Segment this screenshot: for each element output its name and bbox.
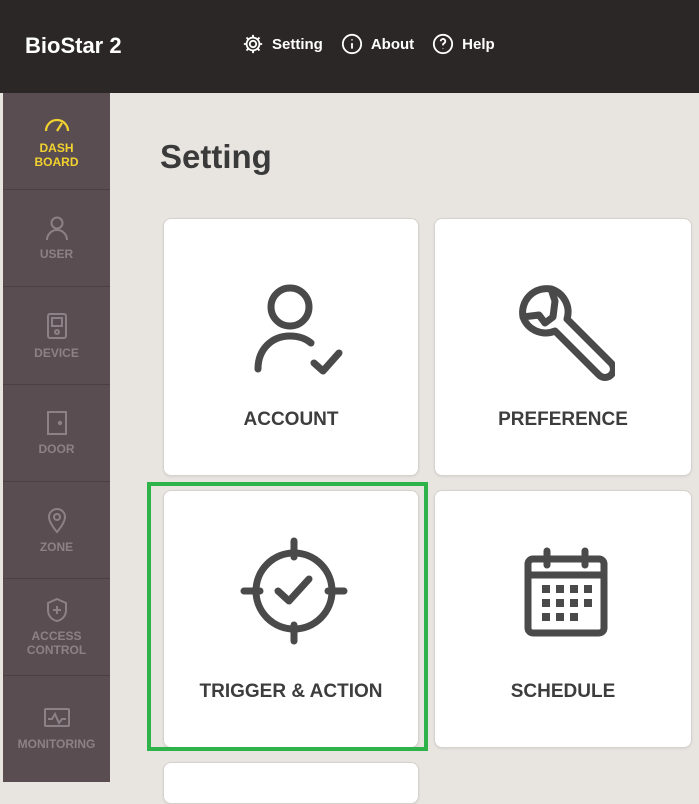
sidebar-item-user[interactable]: USER <box>3 190 110 287</box>
sidebar-item-device[interactable]: DEVICE <box>3 287 110 385</box>
preference-card[interactable]: PREFERENCE <box>434 218 692 476</box>
info-icon <box>341 33 362 55</box>
nav-setting-label: Setting <box>272 35 323 53</box>
calendar-icon <box>524 547 608 637</box>
access-control-icon <box>46 597 67 623</box>
top-bar: BioStar 2 Setting About Help <box>0 0 699 93</box>
nav-help[interactable]: Help <box>432 33 495 55</box>
sidebar-item-label: DEVICE <box>34 345 79 360</box>
sidebar-item-label: ACCESS CONTROL <box>26 629 87 657</box>
app-logo[interactable]: BioStar 2 <box>25 33 122 59</box>
monitoring-icon <box>43 708 70 727</box>
sidebar: DASH BOARD USER DEVICE DOOR ZONE ACCESS … <box>3 93 110 782</box>
next-card-partial[interactable] <box>163 762 419 804</box>
schedule-card[interactable]: SCHEDULE <box>434 490 692 748</box>
help-icon <box>433 33 454 55</box>
sidebar-item-label: MONITORING <box>17 737 96 751</box>
device-icon <box>46 312 67 339</box>
sidebar-item-label: ZONE <box>39 540 74 554</box>
door-icon <box>46 411 67 435</box>
page-title: Setting <box>160 138 272 175</box>
wrench-icon <box>519 285 615 381</box>
account-user-check-icon <box>254 284 343 375</box>
zone-pin-icon <box>47 508 66 534</box>
schedule-card-label: SCHEDULE <box>510 681 616 702</box>
nav-help-label: Help <box>462 35 495 53</box>
user-icon <box>45 216 68 241</box>
nav-about[interactable]: About <box>341 33 414 55</box>
sidebar-item-access-control[interactable]: ACCESS CONTROL <box>3 579 110 676</box>
preference-card-label: PREFERENCE <box>498 409 628 430</box>
sidebar-item-zone[interactable]: ZONE <box>3 482 110 579</box>
dashboard-gauge-icon <box>44 118 69 132</box>
sidebar-item-label: DOOR <box>38 442 75 456</box>
top-nav: Setting About Help <box>242 33 513 55</box>
sidebar-item-label: USER <box>39 247 74 261</box>
nav-setting[interactable]: Setting <box>242 33 323 55</box>
highlight-box <box>147 482 428 751</box>
sidebar-item-door[interactable]: DOOR <box>3 385 110 482</box>
sidebar-item-label: DASH BOARD <box>34 141 79 169</box>
account-card[interactable]: ACCOUNT <box>163 218 419 476</box>
sidebar-item-dashboard[interactable]: DASH BOARD <box>3 93 110 190</box>
gear-icon <box>243 34 263 54</box>
sidebar-item-monitoring[interactable]: MONITORING <box>3 676 110 782</box>
nav-about-label: About <box>370 35 415 53</box>
account-card-label: ACCOUNT <box>243 409 339 430</box>
